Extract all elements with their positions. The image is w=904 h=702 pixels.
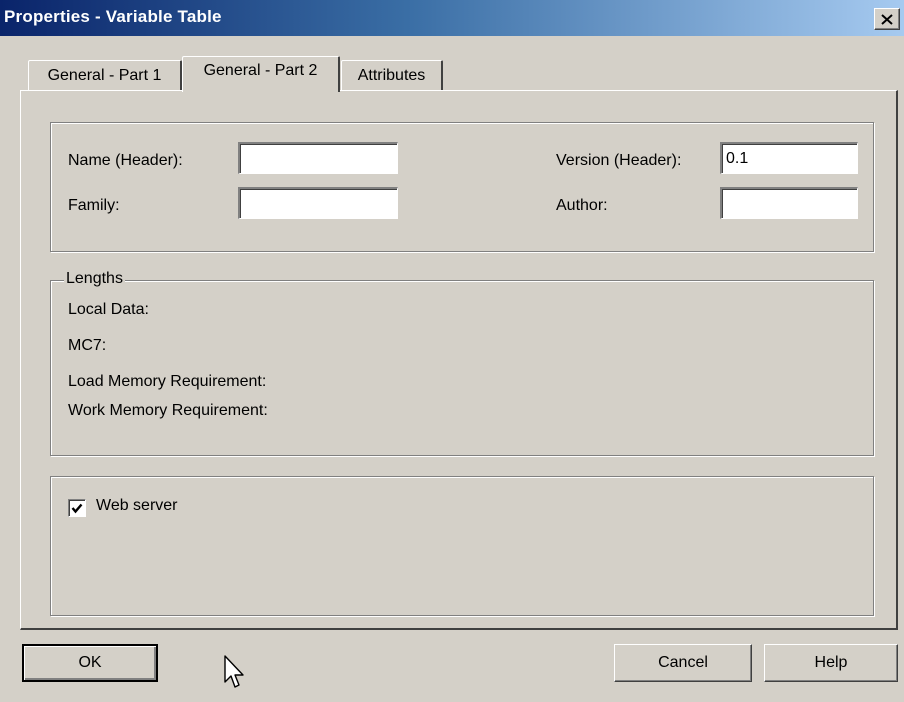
tab-label: General - Part 2	[203, 61, 318, 79]
family-label: Family:	[68, 197, 120, 214]
tab-general-part-1[interactable]: General - Part 1	[28, 60, 182, 90]
close-icon	[881, 13, 893, 25]
tab-attributes[interactable]: Attributes	[341, 60, 443, 90]
web-server-checkbox[interactable]	[68, 499, 86, 517]
close-button[interactable]	[874, 8, 900, 30]
lengths-group	[50, 280, 874, 456]
tab-label: Attributes	[357, 66, 426, 84]
author-label: Author:	[556, 197, 608, 214]
arrow-cursor-icon	[224, 655, 244, 688]
name-header-input[interactable]	[238, 142, 398, 174]
ok-label: OK	[78, 654, 102, 671]
ok-button[interactable]: OK	[22, 644, 158, 682]
help-button[interactable]: Help	[764, 644, 898, 682]
family-input[interactable]	[238, 187, 398, 219]
work-memory-label: Work Memory Requirement:	[68, 402, 268, 419]
cancel-label: Cancel	[658, 654, 708, 671]
tab-label: General - Part 1	[47, 66, 162, 84]
web-server-label[interactable]: Web server	[96, 497, 178, 515]
version-header-label: Version (Header):	[556, 152, 682, 169]
local-data-label: Local Data:	[68, 301, 149, 318]
mc7-label: MC7:	[68, 337, 107, 354]
window-title: Properties - Variable Table	[4, 7, 222, 26]
lengths-legend: Lengths	[64, 270, 125, 288]
cancel-button[interactable]: Cancel	[614, 644, 752, 682]
check-icon	[71, 503, 83, 514]
name-header-label: Name (Header):	[68, 152, 183, 169]
tab-general-part-2[interactable]: General - Part 2	[182, 56, 340, 92]
load-memory-label: Load Memory Requirement:	[68, 373, 267, 390]
author-input[interactable]	[720, 187, 858, 219]
help-label: Help	[814, 654, 848, 671]
title-bar: Properties - Variable Table	[0, 0, 904, 36]
version-header-input[interactable]	[720, 142, 858, 174]
